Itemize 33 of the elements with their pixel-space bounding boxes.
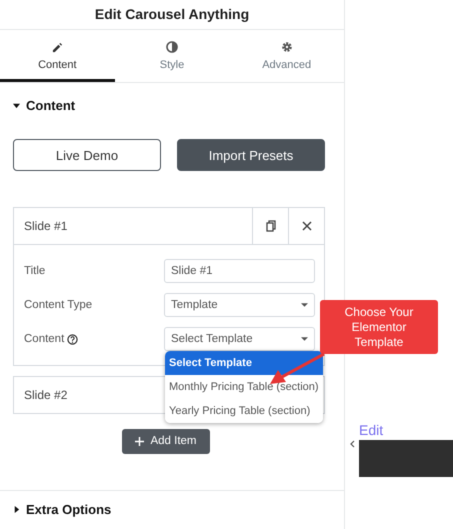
tab[interactable]: Content — [0, 30, 115, 82]
pencil-icon — [52, 42, 63, 53]
tab[interactable]: Style — [114, 30, 230, 82]
plus-icon — [135, 436, 144, 446]
section-title: Content — [26, 98, 76, 113]
select-field[interactable]: Template — [164, 293, 315, 318]
caret-icon — [13, 506, 20, 514]
field-label: Title — [24, 265, 46, 278]
live-demo-button[interactable]: Live Demo — [13, 139, 161, 172]
import-presets-button[interactable]: Import Presets — [177, 139, 325, 172]
copy-icon — [266, 220, 276, 232]
tab[interactable]: Advanced — [229, 30, 344, 82]
select-field[interactable]: Select Template — [164, 327, 315, 352]
field-label: Content — [24, 333, 164, 346]
edit-link[interactable]: Edit — [359, 422, 453, 438]
section-title: Extra Options — [26, 502, 112, 518]
dropdown-option[interactable]: Select Template — [165, 351, 323, 376]
add-item-button[interactable]: Add Item — [122, 429, 210, 454]
item-title[interactable]: Slide #1 — [14, 208, 252, 244]
caret-icon — [301, 337, 308, 342]
close-icon — [302, 221, 312, 232]
contrast-icon — [166, 41, 178, 54]
field-label: Content Type — [24, 299, 94, 312]
caret-icon — [301, 303, 308, 308]
settings-icon — [280, 41, 293, 54]
dropdown-option[interactable]: Yearly Pricing Table (section) — [165, 399, 323, 424]
panel-title: Edit Carousel Anything — [94, 6, 250, 22]
caret-icon — [13, 102, 20, 109]
pointer-arrow — [270, 352, 325, 384]
input-field[interactable]: Slide #1 — [164, 259, 315, 284]
callout: Choose Your Elementor Template — [320, 300, 438, 354]
chevron-icon[interactable] — [350, 440, 354, 448]
dropdown-option[interactable]: Monthly Pricing Table (section) — [165, 375, 323, 400]
